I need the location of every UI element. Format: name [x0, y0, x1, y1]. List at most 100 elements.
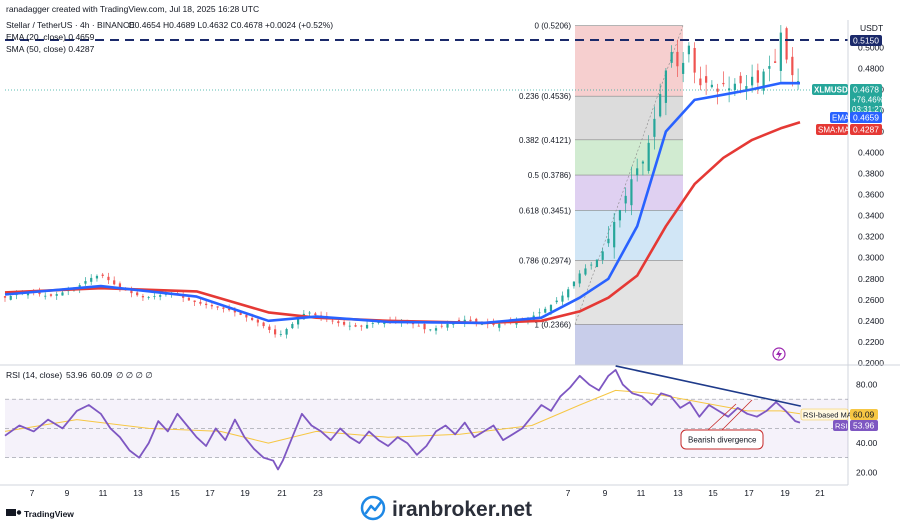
candle-body — [90, 277, 93, 282]
candle-body — [636, 168, 639, 176]
price-tick-label: 0.4800 — [858, 63, 884, 73]
attribution-text: ranadagger created with TradingView.com,… — [6, 4, 259, 14]
candle-body — [733, 83, 736, 90]
candle-body — [664, 70, 668, 103]
candle-body — [572, 281, 576, 287]
candle-body — [308, 312, 311, 314]
candle-body — [613, 221, 616, 248]
candle-body — [285, 329, 288, 335]
candle-body — [210, 305, 213, 307]
trading-chart: 0 (0.5206) 0.236 (0.4536) 0.382 (0.4121) 0.… — [0, 0, 900, 525]
candle-body — [498, 323, 501, 328]
price-tick-label: 0.3400 — [858, 211, 884, 221]
candle-body — [469, 319, 472, 322]
time-tick-label: 7 — [566, 488, 571, 498]
candle-body — [44, 295, 47, 297]
candle-body — [61, 292, 64, 296]
price-tick-label: 0.2200 — [858, 337, 884, 347]
candle-body — [222, 307, 225, 309]
price-tick-label: 0.2400 — [858, 316, 884, 326]
candle-body — [216, 306, 219, 308]
ema-legend: EMA (20, close) 0.4659 — [6, 32, 95, 42]
candle-body — [618, 210, 622, 221]
sma-legend: SMA (50, close) 0.4287 — [6, 44, 95, 54]
time-tick-label: 13 — [673, 488, 683, 498]
time-tick-label: 19 — [780, 488, 790, 498]
candle-body — [659, 94, 662, 117]
fib-zone — [575, 210, 683, 261]
candle-body — [791, 56, 794, 76]
rsi-tick-label: 80.00 — [856, 380, 878, 390]
resistance-tag: 0.5150 — [853, 36, 879, 46]
candle-body — [641, 161, 645, 164]
candle-body — [365, 324, 369, 329]
candle-body — [187, 297, 191, 301]
candle-body — [676, 51, 679, 67]
rsi-legend-value: 53.96 — [66, 370, 88, 380]
candle-body — [699, 78, 702, 86]
candle-body — [49, 294, 53, 296]
candle-body — [101, 274, 104, 276]
candle-body — [682, 62, 685, 74]
candle-body — [95, 275, 99, 279]
candle-body — [739, 75, 742, 84]
candle-body — [107, 276, 110, 281]
rsi-legend-ma: 60.09 — [91, 370, 113, 380]
watermark-text: iranbroker.net — [392, 498, 532, 521]
candle-body — [446, 323, 449, 328]
candle-body — [348, 325, 351, 327]
candle-body — [360, 325, 363, 327]
time-tick-label: 11 — [637, 488, 646, 498]
price-tick-label: 0.3800 — [858, 169, 884, 179]
candle-body — [279, 334, 282, 335]
candle-body — [245, 314, 248, 318]
price-tick-label: 0.2000 — [858, 358, 884, 368]
time-tick-label: 7 — [30, 488, 35, 498]
candle-body — [268, 326, 271, 330]
candle-body — [55, 294, 58, 296]
candle-body — [710, 84, 713, 88]
price-tick-label: 0.2600 — [858, 295, 884, 305]
candle-body — [354, 325, 357, 327]
candle-body — [768, 66, 771, 69]
candle-body — [434, 328, 438, 331]
candle-body — [3, 296, 7, 298]
candle-body — [205, 303, 208, 306]
candle-body — [141, 296, 145, 298]
candle-body — [722, 82, 725, 85]
price-tick-label: 0.4000 — [858, 148, 884, 158]
candle-body — [113, 280, 116, 285]
rsi-ma-tag-value: 60.09 — [853, 410, 875, 420]
rsi-legend-name: RSI (14, close) — [6, 370, 62, 380]
change-tag: +76.46% — [852, 96, 884, 105]
candle-body — [147, 296, 150, 298]
candle-body — [84, 281, 87, 284]
candle-body — [624, 195, 627, 204]
symbol-line: Stellar / TetherUS · 4h · BINANCE — [6, 20, 135, 30]
candle-body — [561, 295, 564, 302]
candle-body — [274, 329, 277, 335]
time-tick-label: 21 — [815, 488, 825, 498]
candle-body — [159, 295, 162, 297]
candle-body — [549, 305, 553, 312]
candle-body — [590, 264, 593, 266]
candle-body — [193, 300, 196, 303]
candle-body — [653, 118, 656, 137]
time-tick-label: 15 — [708, 488, 718, 498]
time-tick-label: 15 — [170, 488, 180, 498]
candle-body — [314, 313, 317, 316]
rsi-tick-label: 20.00 — [856, 467, 878, 477]
candle-body — [331, 320, 334, 322]
candle-body — [567, 289, 570, 298]
candle-body — [670, 51, 673, 63]
last-price-tag: 0.4678 — [853, 85, 879, 95]
sma-tag-label: SMA:MA — [818, 126, 850, 135]
currency-label: USDT — [860, 23, 883, 33]
ema-tag-label: EMA — [832, 114, 850, 123]
candle-body — [199, 301, 202, 304]
footer-brand: TradingView — [24, 509, 74, 519]
candle-body — [251, 317, 254, 320]
price-tick-label: 0.2800 — [858, 274, 884, 284]
candle-body — [693, 47, 696, 73]
candle-body — [785, 28, 788, 60]
